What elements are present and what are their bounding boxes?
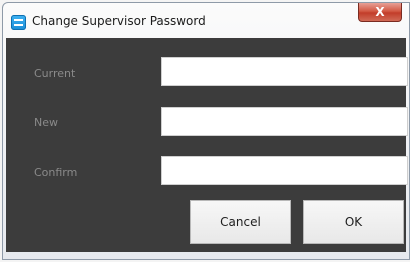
new-password-field[interactable] xyxy=(161,107,408,136)
current-password-label: Current xyxy=(34,67,76,80)
title-bar[interactable]: Change Supervisor Password X xyxy=(3,3,409,40)
close-button[interactable]: X xyxy=(358,3,402,22)
cancel-button[interactable]: Cancel xyxy=(190,200,291,244)
app-icon xyxy=(11,15,26,30)
window-title: Change Supervisor Password xyxy=(32,14,206,28)
confirm-password-field[interactable] xyxy=(161,156,408,185)
confirm-password-label: Confirm xyxy=(34,166,78,179)
new-password-label: New xyxy=(34,116,58,129)
ok-button[interactable]: OK xyxy=(303,200,404,244)
current-password-field[interactable] xyxy=(161,57,408,86)
